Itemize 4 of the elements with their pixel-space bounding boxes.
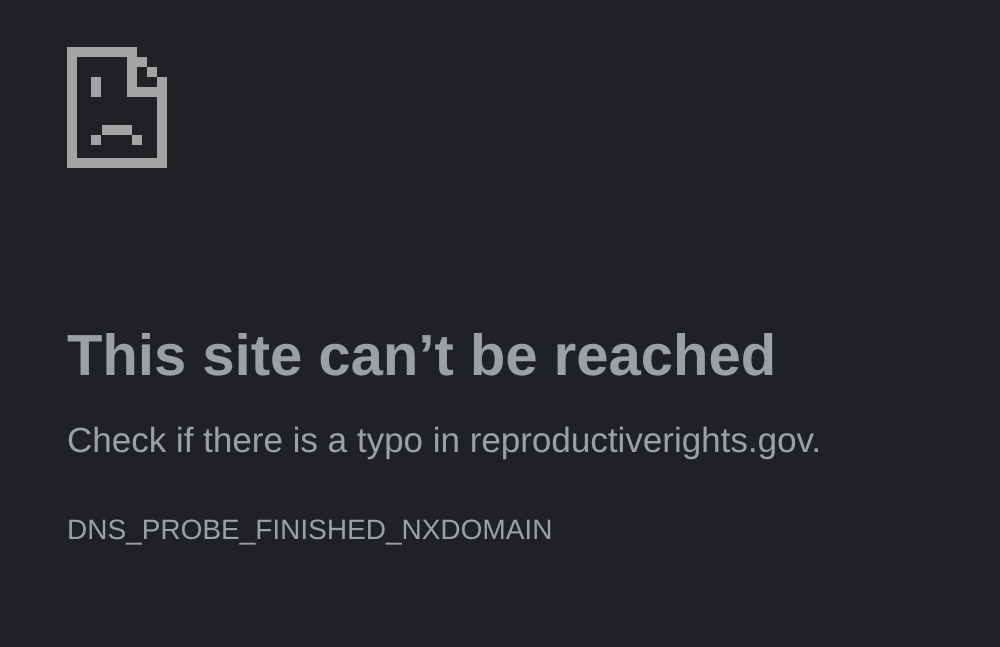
sad-page-icon (67, 47, 167, 168)
error-message: Check if there is a typo in reproductiverights.gov. (67, 420, 822, 462)
error-heading: This site can’t be reached (67, 322, 776, 390)
error-code: DNS_PROBE_FINISHED_NXDOMAIN (67, 513, 552, 547)
